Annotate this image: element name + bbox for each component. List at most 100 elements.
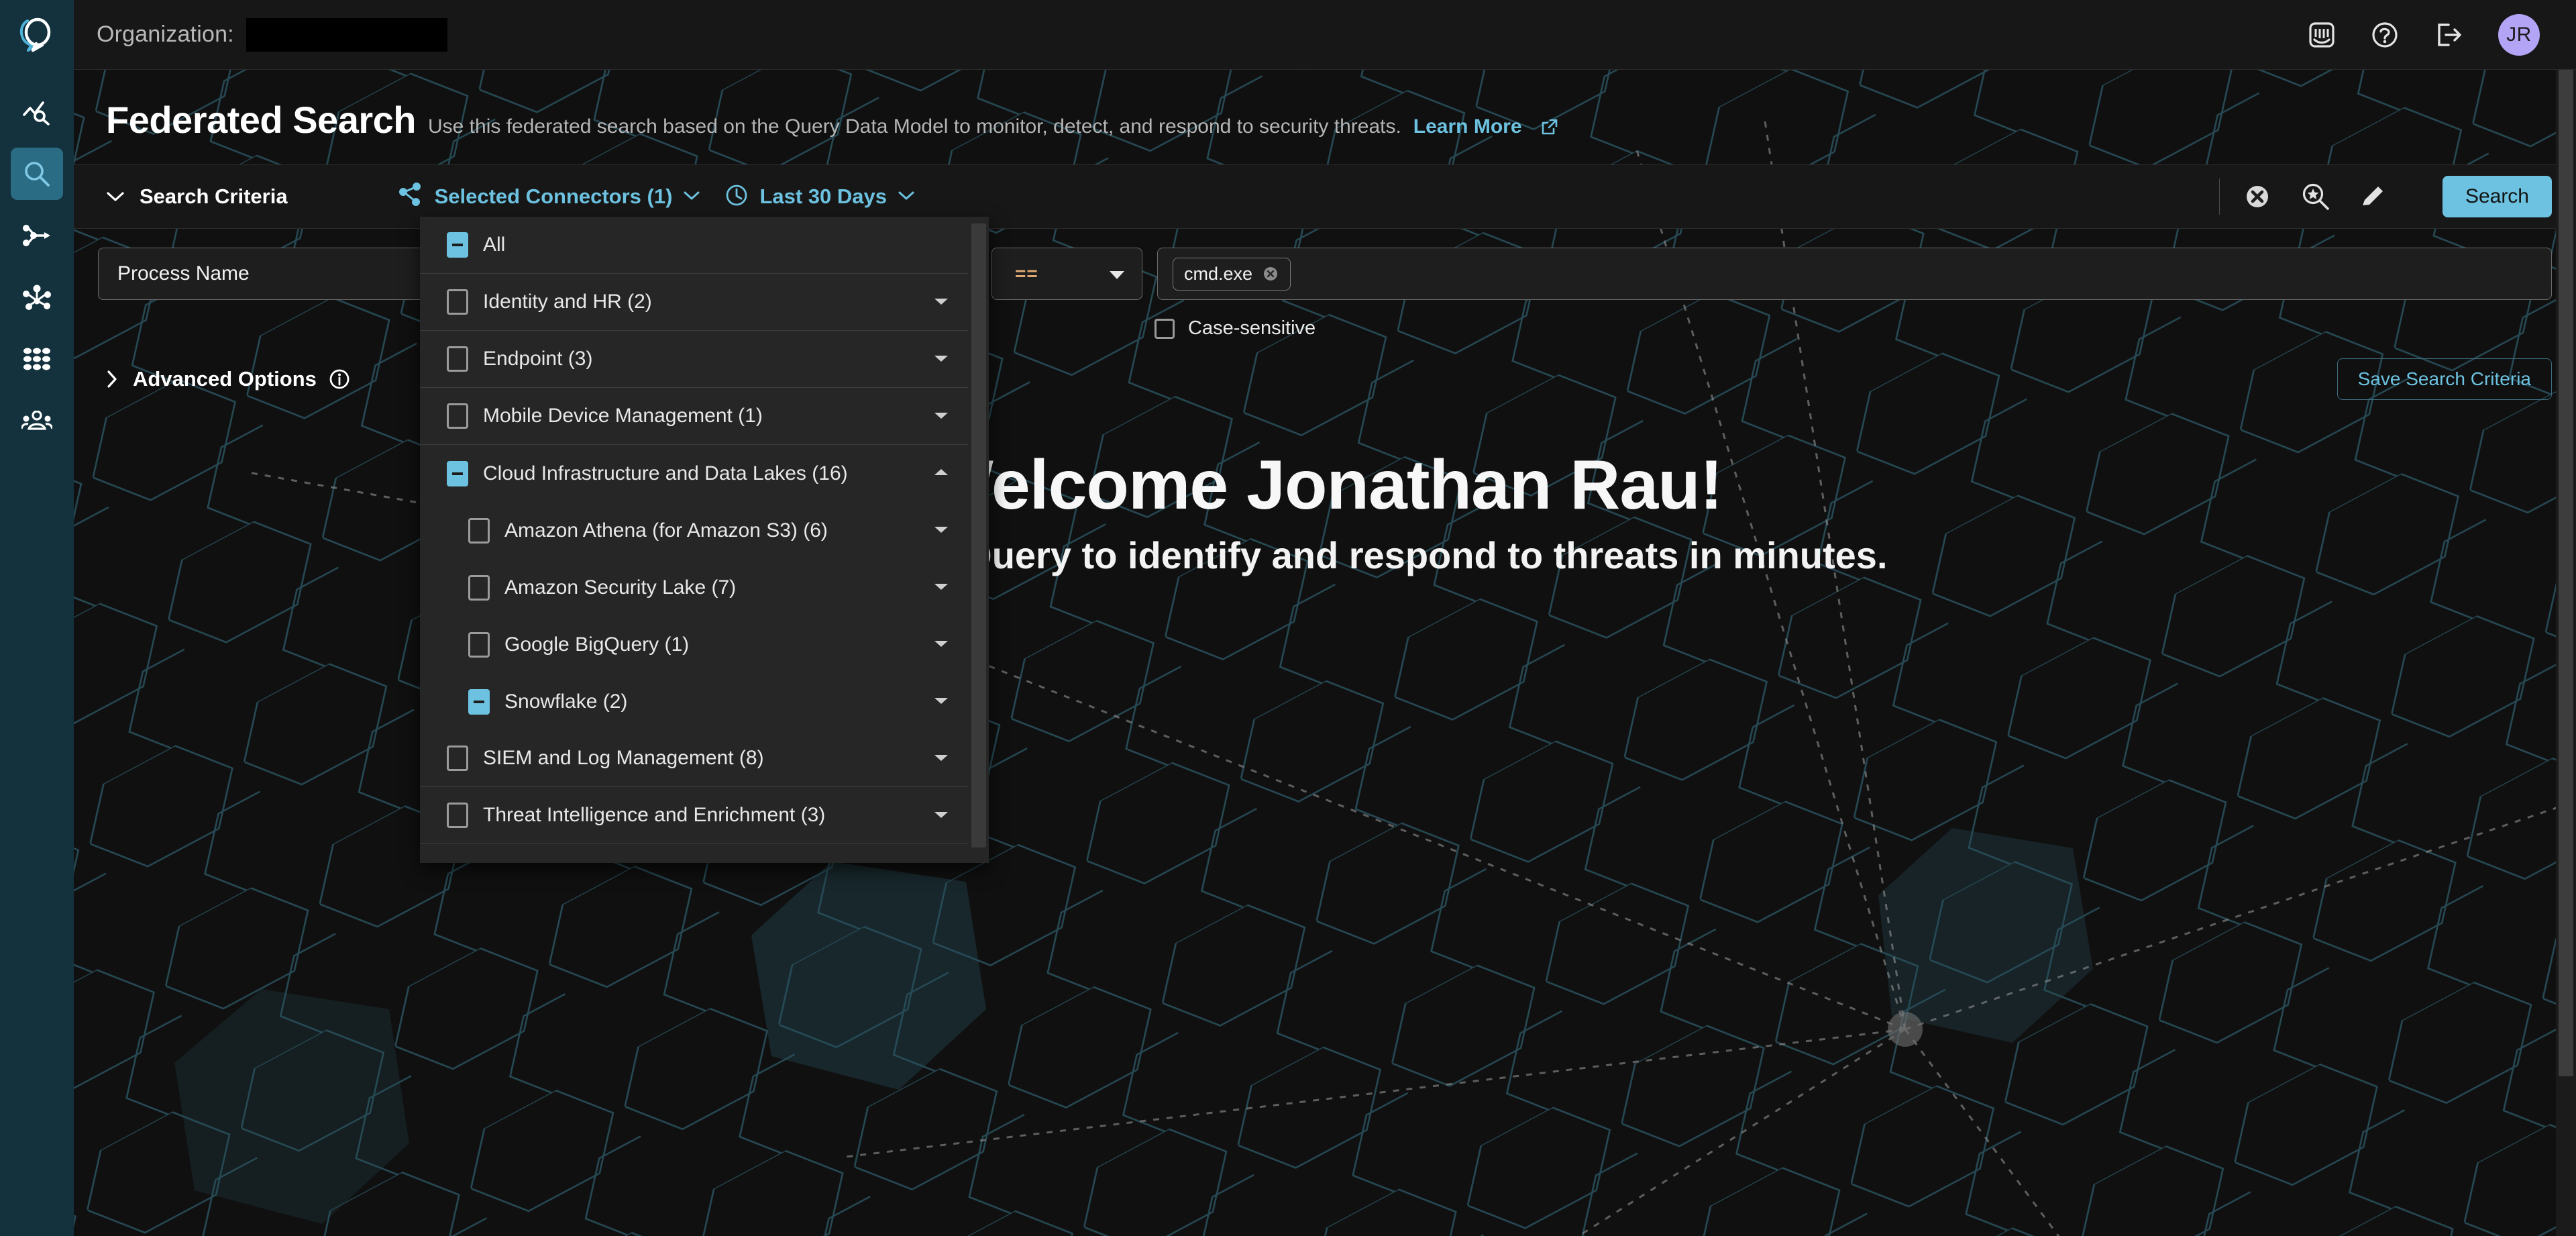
connectors-chevron-down-icon[interactable] [683, 190, 700, 204]
connector-row[interactable]: Threat Intelligence and Enrichment (3) [420, 787, 968, 844]
connector-row[interactable]: Mobile Device Management (1) [420, 388, 968, 445]
page-subtitle: Use this federated search based on the Q… [427, 115, 1401, 138]
connector-checkbox[interactable] [447, 803, 468, 828]
connector-dropdown-scrollbar[interactable] [968, 217, 989, 863]
intercom-chat-icon[interactable] [2308, 21, 2336, 49]
help-circle-icon[interactable] [2371, 21, 2399, 49]
connector-row[interactable]: All [420, 217, 968, 274]
external-link-icon[interactable] [1541, 118, 1558, 139]
top-bar: Organization: JR [74, 0, 2576, 70]
time-range-chevron-down-icon[interactable] [898, 190, 915, 204]
clear-search-x-circle-icon[interactable] [2243, 182, 2272, 211]
connector-checkbox[interactable] [468, 631, 490, 658]
sidebar-item-dashboards[interactable] [11, 86, 63, 138]
connector-checkbox[interactable] [468, 574, 490, 601]
node-graph-icon [21, 283, 52, 311]
logout-icon[interactable] [2434, 21, 2463, 49]
search-button[interactable]: Search [2442, 176, 2552, 217]
sidebar-item-users[interactable] [11, 395, 63, 447]
connector-row[interactable]: Amazon Athena (for Amazon S3) (6) [420, 502, 968, 559]
left-sidebar [0, 0, 74, 1236]
page-header: Federated Search Use this federated sear… [74, 70, 2576, 142]
chevron-up-icon[interactable] [933, 466, 949, 481]
operator-chevron-down-icon [1108, 262, 1126, 285]
app-root: Welcome Jonathan Rau! Begin with Query t… [0, 0, 2576, 1236]
magnifier-icon [23, 160, 51, 188]
chevron-down-icon[interactable] [933, 808, 949, 823]
connector-label: Mobile Device Management (1) [483, 405, 763, 427]
page-scrollbar-thumb[interactable] [2559, 70, 2573, 1076]
people-group-icon [21, 411, 52, 431]
advanced-options-chevron-right-icon[interactable] [106, 370, 118, 389]
operator-value: == [1015, 263, 1038, 284]
chevron-down-icon[interactable] [933, 637, 949, 652]
search-criteria-label: Search Criteria [140, 185, 288, 208]
connector-row[interactable]: SIEM and Log Management (8) [420, 730, 968, 787]
save-search-criteria-button[interactable]: Save Search Criteria [2337, 358, 2552, 400]
connector-label: Snowflake (2) [504, 690, 628, 713]
connector-label: SIEM and Log Management (8) [483, 747, 764, 769]
trend-search-icon [22, 99, 52, 125]
connector-checkbox[interactable] [447, 232, 468, 258]
search-criteria-collapse-toggle[interactable] [106, 191, 125, 203]
page-scrollbar[interactable] [2556, 70, 2576, 1236]
edit-query-pencil-icon[interactable] [2359, 183, 2386, 210]
chevron-down-icon[interactable] [933, 295, 949, 310]
value-input[interactable]: cmd.exe [1157, 248, 2552, 300]
chevron-down-icon[interactable] [933, 409, 949, 424]
organization-value [246, 17, 447, 52]
connector-label: Identity and HR (2) [483, 291, 652, 313]
chevron-down-icon[interactable] [933, 352, 949, 367]
connector-label: Amazon Athena (for Amazon S3) (6) [504, 519, 828, 542]
connector-dropdown-scrollbar-thumb[interactable] [971, 223, 986, 847]
query-logo-icon[interactable] [0, 0, 74, 70]
time-range-dropdown[interactable]: Last 30 Days [724, 183, 915, 211]
time-range-label: Last 30 Days [759, 185, 887, 208]
sidebar-item-graph[interactable] [11, 271, 63, 323]
connector-label: All [483, 234, 506, 256]
connector-label: Amazon Security Lake (7) [504, 576, 737, 599]
case-sensitive-checkbox[interactable] [1155, 318, 1175, 339]
value-chip-remove-icon[interactable] [1262, 265, 1279, 282]
connector-dropdown-footer [420, 848, 989, 863]
chevron-down-icon[interactable] [933, 694, 949, 709]
info-circle-icon[interactable] [329, 368, 350, 390]
grid-dots-icon [23, 348, 51, 370]
connector-checkbox[interactable] [468, 517, 490, 544]
main-content: Welcome Jonathan Rau! Begin with Query t… [74, 0, 2576, 1236]
connector-row[interactable]: Amazon Security Lake (7) [420, 559, 968, 616]
connector-row[interactable]: Cloud Infrastructure and Data Lakes (16) [420, 445, 968, 502]
connectors-share-icon [398, 182, 424, 211]
connector-checkbox[interactable] [468, 688, 490, 715]
page-title: Federated Search [106, 99, 416, 141]
connector-dropdown-list: All Identity and HR (2) Endpoint (3) Mobile… [420, 217, 968, 848]
learn-more-link[interactable]: Learn More [1413, 115, 1522, 138]
connector-checkbox[interactable] [447, 460, 468, 486]
connector-checkbox[interactable] [447, 289, 468, 315]
selected-connectors-dropdown[interactable]: Selected Connectors (1) [398, 182, 701, 211]
connector-checkbox[interactable] [447, 745, 468, 771]
connector-checkbox[interactable] [447, 403, 468, 429]
sidebar-item-apps[interactable] [11, 333, 63, 385]
connector-row[interactable]: Snowflake (2) [420, 673, 968, 730]
criteria-bar-actions: Search [2243, 176, 2552, 217]
value-chip-label: cmd.exe [1184, 263, 1253, 284]
connector-label: Google BigQuery (1) [504, 633, 690, 656]
chevron-down-icon[interactable] [933, 580, 949, 595]
sidebar-item-federated-search[interactable] [11, 148, 63, 200]
sidebar-item-workflows[interactable] [11, 209, 63, 262]
clock-icon [724, 183, 749, 211]
operator-select[interactable]: == [991, 248, 1142, 300]
connector-row[interactable]: Endpoint (3) [420, 331, 968, 388]
connector-checkbox[interactable] [447, 346, 468, 372]
chevron-down-icon[interactable] [933, 751, 949, 766]
saved-searches-search-star-icon[interactable] [2300, 181, 2331, 212]
chevron-down-icon[interactable] [933, 523, 949, 538]
connector-row[interactable]: Google BigQuery (1) [420, 616, 968, 673]
avatar[interactable]: JR [2498, 13, 2540, 56]
connector-label: Endpoint (3) [483, 348, 593, 370]
field-name-value: Process Name [117, 262, 250, 285]
connector-row[interactable]: Identity and HR (2) [420, 274, 968, 331]
case-sensitive-label: Case-sensitive [1188, 317, 1316, 339]
value-chip[interactable]: cmd.exe [1173, 257, 1291, 291]
